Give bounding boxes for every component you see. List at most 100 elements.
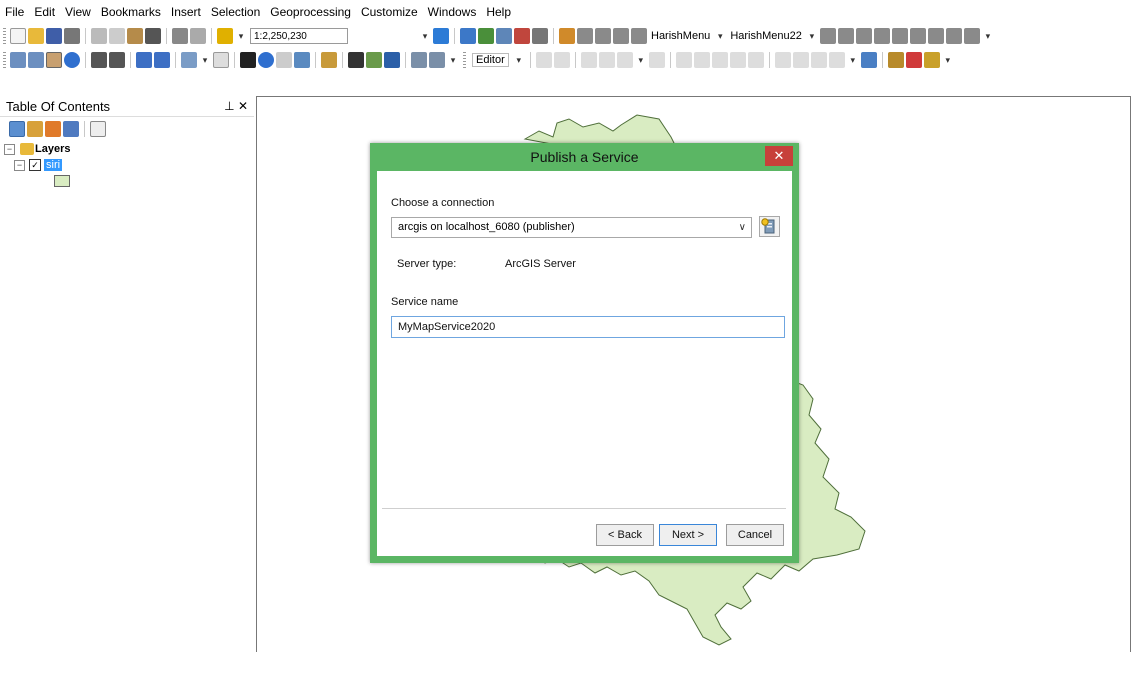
table-of-contents-icon[interactable] <box>460 28 476 44</box>
custom-tool-icon[interactable] <box>887 52 904 68</box>
hyperlink-icon[interactable] <box>276 52 292 68</box>
trace-icon[interactable] <box>616 52 633 68</box>
custom-tool-icon[interactable] <box>613 28 629 44</box>
model-builder-icon[interactable] <box>559 28 575 44</box>
find-binoculars-icon[interactable] <box>348 52 364 68</box>
menu-help[interactable]: Help <box>481 0 516 24</box>
new-document-icon[interactable] <box>10 28 26 44</box>
list-by-selection-icon[interactable] <box>63 121 79 137</box>
custom-tool-icon[interactable] <box>963 28 980 44</box>
zoom-in-icon[interactable] <box>10 52 26 68</box>
toolbar-options-icon[interactable]: ▾ <box>941 52 955 68</box>
dialog-title-bar[interactable]: Publish a Service ✕ <box>370 143 799 171</box>
redo-icon[interactable] <box>190 28 206 44</box>
edit-vertices-icon[interactable] <box>675 52 692 68</box>
custom-tool-icon[interactable] <box>819 28 836 44</box>
list-by-source-icon[interactable] <box>27 121 43 137</box>
custom-tool-icon[interactable] <box>909 28 926 44</box>
edit-annotation-icon[interactable] <box>553 52 570 68</box>
custom-menu-1[interactable]: HarishMenu <box>651 30 710 42</box>
cut-polygons-icon[interactable] <box>711 52 728 68</box>
undo-icon[interactable] <box>172 28 188 44</box>
add-data-icon[interactable] <box>217 28 233 44</box>
editor-toolbar-icon[interactable] <box>433 28 449 44</box>
custom-tool-icon[interactable] <box>631 28 647 44</box>
straight-segment-icon[interactable] <box>580 52 597 68</box>
snapping-icon[interactable] <box>828 52 845 68</box>
find-route-icon[interactable] <box>366 52 382 68</box>
search-window-icon[interactable] <box>496 28 512 44</box>
fixed-zoom-out-icon[interactable] <box>109 52 125 68</box>
end-point-arc-icon[interactable] <box>598 52 615 68</box>
print-icon[interactable] <box>64 28 80 44</box>
layers-root-label[interactable]: Layers <box>35 143 70 155</box>
full-extent-icon[interactable] <box>64 52 80 68</box>
toolbar-options-icon[interactable]: ▾ <box>981 28 995 44</box>
options-icon[interactable] <box>90 121 106 137</box>
identify-icon[interactable] <box>258 52 274 68</box>
forward-extent-icon[interactable] <box>154 52 170 68</box>
layer-visibility-checkbox[interactable]: ✓ <box>29 159 41 171</box>
menu-selection[interactable]: Selection <box>206 0 265 24</box>
polygon-symbol-swatch[interactable] <box>54 175 70 187</box>
measure-icon[interactable] <box>321 52 337 68</box>
reshape-icon[interactable] <box>693 52 710 68</box>
split-icon[interactable] <box>729 52 746 68</box>
pan-icon[interactable] <box>46 52 62 68</box>
attributes-icon[interactable] <box>774 52 791 68</box>
close-icon[interactable]: ✕ <box>238 99 248 113</box>
open-folder-icon[interactable] <box>28 28 44 44</box>
custom-tool-icon[interactable] <box>837 28 854 44</box>
custom-tool-icon[interactable] <box>945 28 962 44</box>
custom-tool-icon[interactable] <box>905 52 922 68</box>
clear-selection-icon[interactable] <box>213 52 229 68</box>
rotate-icon[interactable] <box>747 52 764 68</box>
chevron-down-icon[interactable]: ▾ <box>512 52 526 68</box>
list-by-drawing-order-icon[interactable] <box>9 121 25 137</box>
point-icon[interactable] <box>648 52 665 68</box>
python-window-icon[interactable] <box>532 28 548 44</box>
editor-menu-button[interactable]: Editor <box>472 53 509 67</box>
catalog-window-icon[interactable] <box>478 28 494 44</box>
collapse-icon[interactable]: − <box>4 143 15 155</box>
list-by-visibility-icon[interactable] <box>45 121 61 137</box>
menu-file[interactable]: File <box>0 0 29 24</box>
custom-menu-2[interactable]: HarishMenu22 <box>730 30 802 42</box>
pin-icon[interactable]: ⊥ <box>224 99 234 113</box>
layer-name[interactable]: siri <box>44 159 63 171</box>
back-button[interactable]: < Back <box>596 524 654 546</box>
custom-tool-icon[interactable] <box>873 28 890 44</box>
delete-icon[interactable] <box>145 28 161 44</box>
custom-tool-icon[interactable] <box>927 28 944 44</box>
select-features-icon[interactable] <box>181 52 197 68</box>
chevron-down-icon[interactable]: ▾ <box>805 28 819 44</box>
menu-view[interactable]: View <box>60 0 96 24</box>
edit-tool-icon[interactable] <box>535 52 552 68</box>
next-button[interactable]: Next > <box>659 524 717 546</box>
custom-tool-icon[interactable] <box>891 28 908 44</box>
chevron-down-icon[interactable]: ▾ <box>234 28 248 44</box>
chevron-down-icon[interactable]: ▾ <box>713 28 727 44</box>
sketch-properties-icon[interactable] <box>792 52 809 68</box>
custom-tool-icon[interactable] <box>855 28 872 44</box>
toolbar-grip[interactable] <box>463 52 466 68</box>
go-to-xy-icon[interactable] <box>384 52 400 68</box>
cut-icon[interactable] <box>91 28 107 44</box>
arctoolbox-icon[interactable] <box>514 28 530 44</box>
chevron-down-icon[interactable]: ▾ <box>198 52 212 68</box>
collapse-icon[interactable]: − <box>14 159 25 171</box>
create-features-icon[interactable] <box>810 52 827 68</box>
custom-tool-icon[interactable] <box>577 28 593 44</box>
scale-dropdown-icon[interactable]: ▾ <box>418 28 432 44</box>
cancel-button[interactable]: Cancel <box>726 524 784 546</box>
toolbar-grip[interactable] <box>3 28 6 44</box>
service-name-input[interactable] <box>391 316 785 338</box>
menu-edit[interactable]: Edit <box>29 0 60 24</box>
paste-icon[interactable] <box>127 28 143 44</box>
select-elements-icon[interactable] <box>240 52 256 68</box>
chevron-down-icon[interactable]: ▾ <box>634 52 648 68</box>
copy-icon[interactable] <box>109 28 125 44</box>
save-icon[interactable] <box>46 28 62 44</box>
menu-windows[interactable]: Windows <box>423 0 482 24</box>
menu-insert[interactable]: Insert <box>166 0 206 24</box>
